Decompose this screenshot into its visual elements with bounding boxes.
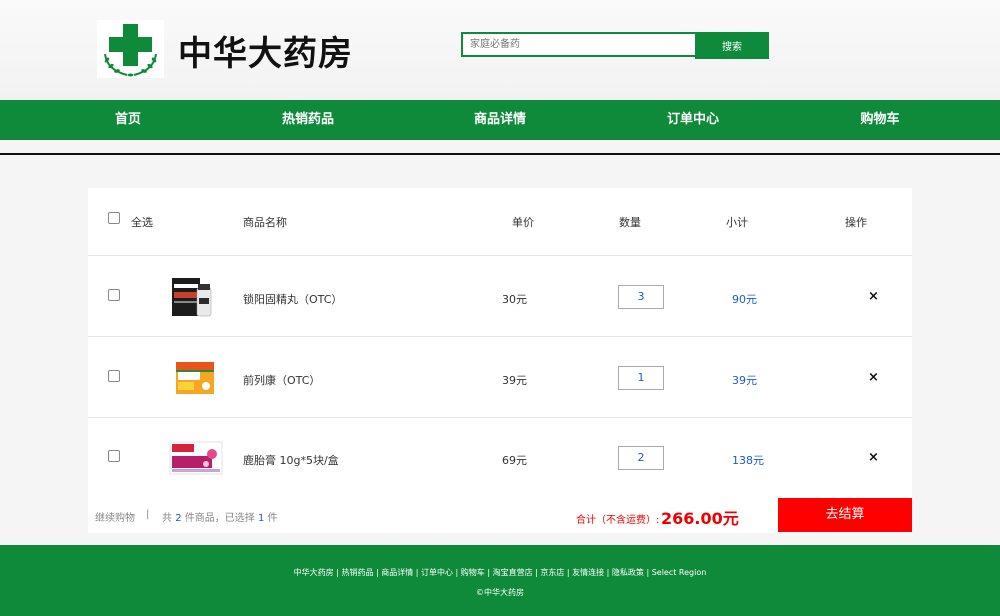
nav-item-orders[interactable]: 订单中心 <box>633 100 753 140</box>
row-divider <box>88 417 912 418</box>
row-divider <box>88 336 912 337</box>
item-checkbox[interactable] <box>108 450 120 462</box>
product-image[interactable] <box>168 438 224 482</box>
cart-table: 全选 商品名称 单价 数量 小计 操作 锁阳固精丸（OTC） 30元 3 90元… <box>88 188 912 533</box>
item-price: 39元 <box>502 374 527 387</box>
site-name[interactable]: 中华大药房 <box>178 26 353 75</box>
item-price: 69元 <box>502 454 527 467</box>
product-image[interactable] <box>174 358 218 402</box>
count-middle: 件商品，已选择 <box>184 513 255 524</box>
footer-separator: | <box>146 509 150 520</box>
header-quantity: 数量 <box>619 216 641 229</box>
item-subtotal: 90元 <box>732 293 757 306</box>
nav-item-hot-drugs[interactable]: 热销药品 <box>248 100 368 140</box>
item-subtotal: 39元 <box>732 374 757 387</box>
item-name[interactable]: 锁阳固精丸（OTC） <box>243 291 342 307</box>
item-price: 30元 <box>502 293 527 306</box>
item-name[interactable]: 前列康（OTC） <box>243 372 320 388</box>
quantity-input[interactable]: 2 <box>618 446 664 470</box>
product-image[interactable] <box>170 274 214 324</box>
item-checkbox[interactable] <box>108 370 120 382</box>
total-value: 266.00元 <box>661 509 739 528</box>
count-prefix: 共 <box>162 513 172 524</box>
header-product-name: 商品名称 <box>243 216 287 229</box>
item-subtotal: 138元 <box>732 454 764 467</box>
nav-item-cart[interactable]: 购物车 <box>820 100 940 140</box>
site-header: 中华大药房 搜索 <box>0 0 1000 100</box>
count-suffix: 件 <box>267 513 278 524</box>
item-checkbox[interactable] <box>108 289 120 301</box>
remove-item-button[interactable]: × <box>868 289 879 304</box>
checkout-button[interactable]: 去结算 <box>778 498 912 532</box>
continue-shopping-link[interactable]: 继续购物 <box>95 509 135 524</box>
quantity-input[interactable]: 3 <box>618 285 664 309</box>
item-name[interactable]: 鹿胎膏 10g*5块/盒 <box>243 452 339 468</box>
row-divider <box>88 255 912 256</box>
total-label: 合计（不含运费）: <box>576 515 660 526</box>
select-all-checkbox[interactable] <box>108 212 120 224</box>
remove-item-button[interactable]: × <box>868 370 879 385</box>
search-button[interactable]: 搜索 <box>695 32 769 59</box>
logo-cross-icon[interactable] <box>97 20 164 78</box>
header-action: 操作 <box>845 216 867 229</box>
nav-item-home[interactable]: 首页 <box>68 100 188 140</box>
footer-links[interactable]: 中华大药房 | 热销药品 | 商品详情 | 订单中心 | 购物车 | 淘宝直营店… <box>0 567 1000 578</box>
header-subtotal: 小计 <box>726 216 748 229</box>
header-unit-price: 单价 <box>512 216 534 229</box>
main-nav: 首页 热销药品 商品详情 订单中心 购物车 <box>0 100 1000 140</box>
nav-item-product-detail[interactable]: 商品详情 <box>440 100 560 140</box>
select-all-label: 全选 <box>131 216 153 229</box>
selected-item-count: 1 <box>257 513 265 524</box>
header-divider <box>0 153 1000 155</box>
quantity-input[interactable]: 1 <box>618 366 664 390</box>
site-footer: 中华大药房 | 热销药品 | 商品详情 | 订单中心 | 购物车 | 淘宝直营店… <box>0 545 1000 616</box>
total-item-count: 2 <box>175 513 182 524</box>
remove-item-button[interactable]: × <box>868 450 879 465</box>
item-count-summary: 共 2 件商品，已选择 1 件 <box>162 509 278 524</box>
footer-copyright: ©中华大药房 <box>476 588 524 597</box>
search-input[interactable] <box>461 32 696 57</box>
